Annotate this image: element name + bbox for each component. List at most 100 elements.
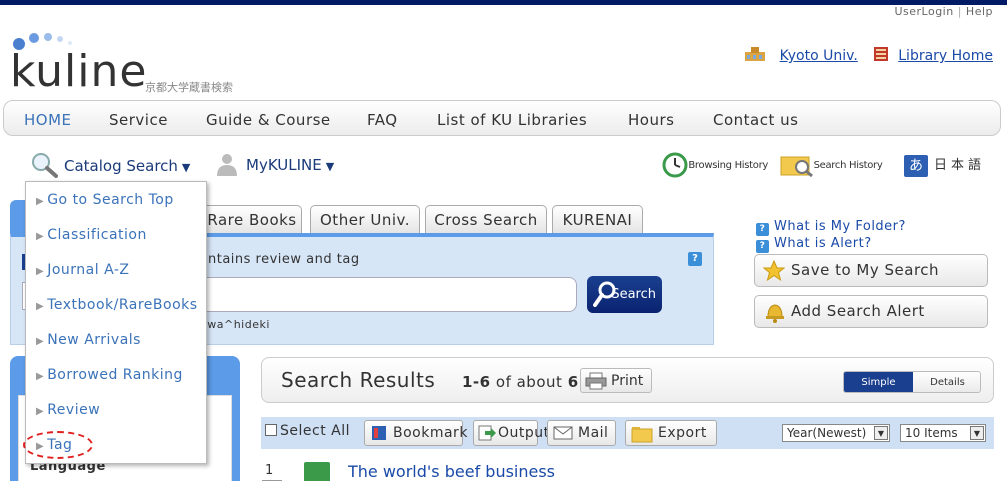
help-links: ? What is My Folder? ? What is Alert? <box>756 219 906 253</box>
clock-icon <box>662 152 688 178</box>
triangle-right-icon: ▶ <box>36 301 45 312</box>
library-home-link[interactable]: Library Home <box>898 48 993 64</box>
help-link[interactable]: Help <box>966 5 993 18</box>
mykuline-menu[interactable]: MyKULINE ▼ <box>216 152 334 176</box>
display-mode-toggle: Simple Display Details Display <box>843 371 981 393</box>
library-icon <box>874 47 889 61</box>
browsing-history-button[interactable]: Browsing History <box>662 152 768 178</box>
triangle-right-icon: ▶ <box>36 371 45 382</box>
dropdown-item-label: New Arrivals <box>47 332 141 348</box>
search-input[interactable] <box>200 277 577 312</box>
nav-service[interactable]: Service <box>109 111 168 129</box>
results-total: 6 <box>567 373 579 391</box>
tab-other-univ[interactable]: Other Univ. <box>310 205 420 234</box>
save-to-my-search-label: Save to My Search <box>791 261 940 279</box>
mykuline-label: MyKULINE <box>246 156 322 174</box>
print-button[interactable]: Print <box>580 368 652 393</box>
user-links: UserLogin | Help <box>894 5 993 18</box>
dropdown-item-search-top[interactable]: ▶ Go to Search Top <box>36 192 174 208</box>
search-history-label: Search History <box>813 160 883 171</box>
search-help-icon[interactable]: ? <box>688 252 702 266</box>
kyoto-univ-link[interactable]: Kyoto Univ. <box>780 48 858 64</box>
nav-hours[interactable]: Hours <box>628 111 674 129</box>
top-accent-bar <box>0 0 1007 5</box>
catalog-search-dropdown: ▶ Go to Search Top ▶ Classification ▶ Journ… <box>25 181 207 464</box>
dropdown-item-borrowed-ranking[interactable]: ▶ Borrowed Ranking <box>36 367 183 383</box>
nav-faq[interactable]: FAQ <box>367 111 398 129</box>
mail-button[interactable]: Mail <box>547 420 616 446</box>
dropdown-item-review[interactable]: ▶ Review <box>36 402 100 418</box>
output-button[interactable]: Output <box>473 420 549 446</box>
search-button-label: Search <box>611 287 656 302</box>
bookmark-button[interactable]: Bookmark <box>364 420 467 446</box>
catalog-search-label: Catalog Search <box>64 157 178 175</box>
nav-guide-course[interactable]: Guide & Course <box>206 111 331 129</box>
dropdown-item-textbook[interactable]: ▶ Textbook/RareBooks <box>36 297 198 313</box>
search-hint: awa^hideki <box>200 318 270 331</box>
dropdown-item-label: Textbook/RareBooks <box>47 297 198 313</box>
export-button[interactable]: Export <box>625 420 717 446</box>
user-login-link[interactable]: UserLogin <box>894 5 953 18</box>
dropdown-item-label: Go to Search Top <box>47 192 174 208</box>
result-number: 1 <box>265 463 274 478</box>
details-display-button[interactable]: Details Display <box>913 372 980 392</box>
search-history-button[interactable]: Search History <box>780 153 883 177</box>
bookmark-label: Bookmark <box>393 425 468 441</box>
triangle-right-icon: ▶ <box>36 231 45 242</box>
chevron-down-icon: ▼ <box>181 161 191 174</box>
magnifier-icon <box>32 153 58 178</box>
dropdown-item-classification[interactable]: ▶ Classification <box>36 227 147 243</box>
nav-contact-us[interactable]: Contact us <box>713 111 798 129</box>
tag-highlight-ring <box>23 431 93 459</box>
help-icon: ? <box>756 223 769 236</box>
main-nav: HOME Service Guide & Course FAQ List of … <box>3 100 1001 136</box>
triangle-right-icon: ▶ <box>36 266 45 277</box>
search-icon <box>593 281 616 307</box>
triangle-right-icon: ▶ <box>36 406 45 417</box>
dropdown-item-journal-az[interactable]: ▶ Journal A-Z <box>36 262 129 278</box>
result-title-link[interactable]: The world's beef business <box>348 462 555 481</box>
per-page-select-value: 10 Items <box>905 426 958 440</box>
logo-subtitle: 京都大学蔵書検索 <box>145 81 233 94</box>
catalog-search-menu[interactable]: Catalog Search ▼ <box>30 152 190 178</box>
export-label: Export <box>658 425 707 441</box>
simple-display-button[interactable]: Simple Display <box>844 372 913 392</box>
save-to-my-search-button[interactable]: Save to My Search <box>754 254 988 287</box>
history-tools: Browsing History Search History あ日本語 <box>654 152 985 178</box>
select-all-checkbox[interactable] <box>265 424 277 436</box>
nav-home[interactable]: HOME <box>24 111 72 129</box>
japanese-label: 日本語 <box>933 157 985 173</box>
results-range: 1-6 <box>462 373 491 391</box>
per-page-select[interactable]: 10 Items ▼ <box>900 424 986 442</box>
output-icon <box>478 425 496 441</box>
mail-icon <box>553 426 573 440</box>
select-all-label: Select All <box>280 423 350 439</box>
what-is-alert-link[interactable]: What is Alert? <box>774 236 872 251</box>
sort-select[interactable]: Year(Newest) ▼ <box>782 424 890 442</box>
language-icon: あ <box>903 154 928 177</box>
book-icon <box>304 462 330 481</box>
tab-rare-books[interactable]: Rare Books <box>202 205 302 234</box>
results-of-about: of about <box>495 373 563 391</box>
university-building-icon <box>744 47 765 61</box>
help-icon: ? <box>756 240 769 253</box>
dropdown-item-label: Borrowed Ranking <box>47 367 183 383</box>
triangle-right-icon: ▶ <box>36 196 45 207</box>
what-is-folder-link[interactable]: What is My Folder? <box>774 219 906 234</box>
search-button[interactable]: Search <box>587 276 662 313</box>
nav-list-of-libraries[interactable]: List of KU Libraries <box>437 111 587 129</box>
mail-label: Mail <box>578 425 609 441</box>
tab-kurenai[interactable]: KURENAI <box>552 205 643 234</box>
tab-cross-search[interactable]: Cross Search <box>425 205 547 234</box>
search-description: ntains review and tag <box>208 252 360 267</box>
triangle-right-icon: ▶ <box>36 336 45 347</box>
select-all[interactable]: Select All <box>265 423 350 439</box>
kuline-logo[interactable]: kuline <box>10 48 147 96</box>
add-search-alert-button[interactable]: Add Search Alert <box>754 295 988 328</box>
export-folder-icon <box>631 427 653 443</box>
language-switch-button[interactable]: あ日本語 <box>903 154 985 177</box>
institution-links: Kyoto Univ. Library Home <box>744 46 993 64</box>
dropdown-item-new-arrivals[interactable]: ▶ New Arrivals <box>36 332 141 348</box>
bookmark-icon <box>372 426 386 440</box>
sort-select-value: Year(Newest) <box>787 426 867 440</box>
